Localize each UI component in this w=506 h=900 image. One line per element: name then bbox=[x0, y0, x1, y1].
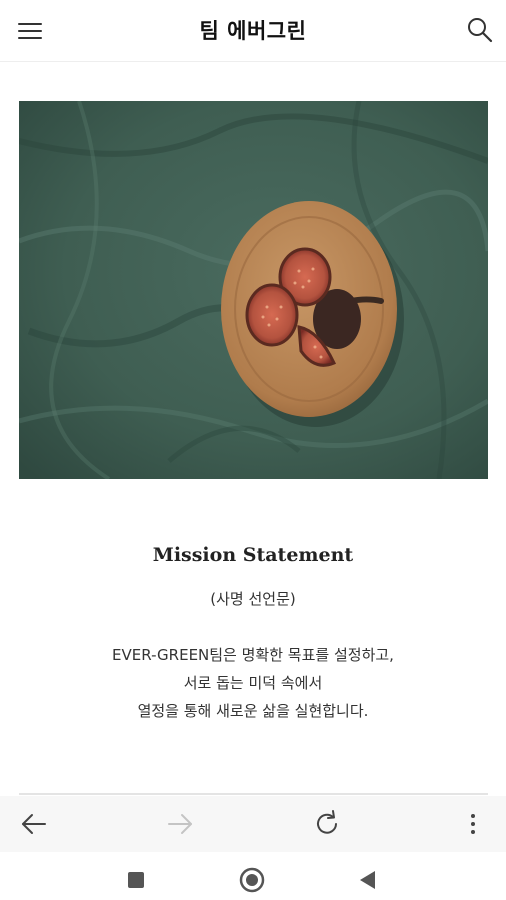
mission-line: 서로 돕는 미덕 속에서 bbox=[183, 674, 323, 692]
divider bbox=[19, 793, 488, 795]
hero-image bbox=[19, 101, 488, 479]
square-icon[interactable] bbox=[124, 868, 148, 892]
top-app-bar: 팀 에버그린 bbox=[0, 0, 506, 62]
mission-subtitle: (사명 선언문) bbox=[210, 590, 296, 608]
mission-line: 열정을 통해 새로운 삶을 실현합니다. bbox=[137, 702, 369, 720]
triangle-back-icon[interactable] bbox=[356, 868, 380, 892]
circle-icon[interactable] bbox=[238, 866, 266, 894]
browser-toolbar bbox=[0, 796, 506, 852]
reload-icon[interactable] bbox=[309, 806, 345, 842]
mission-line: EVER-GREEN팀은 명확한 목표를 설정하고, bbox=[112, 646, 394, 664]
fig-plate-photo bbox=[19, 101, 488, 479]
arrow-right-icon[interactable] bbox=[162, 806, 198, 842]
page-title: 팀 에버그린 bbox=[199, 19, 307, 43]
system-nav-bar bbox=[0, 852, 506, 900]
more-vertical-icon[interactable] bbox=[455, 806, 491, 842]
arrow-left-icon[interactable] bbox=[16, 806, 52, 842]
search-icon[interactable] bbox=[464, 14, 496, 46]
mission-title: Mission Statement bbox=[152, 544, 354, 566]
mission-body: EVER-GREEN팀은 명확한 목표를 설정하고, 서로 돕는 미덕 속에서 … bbox=[0, 641, 506, 725]
